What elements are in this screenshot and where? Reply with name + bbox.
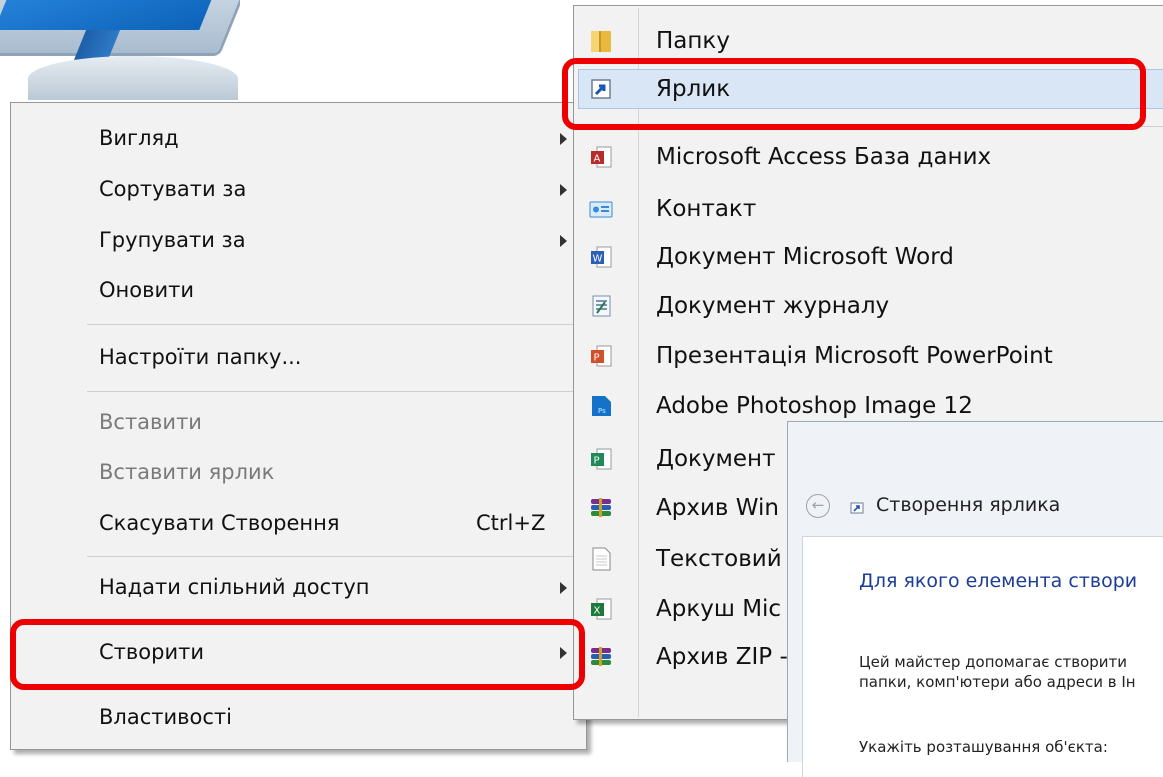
publisher-icon: P — [591, 448, 612, 470]
submenu-item-word-document[interactable]: W Документ Microsoft Word — [574, 234, 1163, 280]
wizard-title: Створення ярлика — [876, 494, 1061, 516]
menu-item-label: Властивості — [99, 705, 232, 729]
submenu-arrow-icon — [560, 184, 567, 196]
wizard-description: Цей майстер допомагає створити папки, ко… — [859, 652, 1136, 692]
wizard-location-prompt: Укажіть розташування об'єкта: — [859, 738, 1108, 756]
wizard-description-line: папки, комп'ютери або адреси в Ін — [859, 673, 1136, 691]
submenu-item-journal-document[interactable]: Документ журналу — [574, 283, 1163, 329]
annotation-box-shortcut — [562, 58, 1146, 130]
menu-item-label: Сортувати за — [99, 177, 247, 201]
menu-item-label: Настроїти папку... — [99, 345, 302, 369]
journal-icon — [592, 295, 611, 317]
computer-monitor-icon — [0, 0, 240, 100]
winrar-icon — [591, 498, 611, 517]
svg-text:P: P — [594, 456, 600, 467]
menu-item-label: Групувати за — [99, 228, 246, 252]
submenu-item-label: Документ журналу — [656, 293, 890, 319]
word-icon: W — [591, 246, 612, 268]
svg-text:A: A — [594, 154, 601, 165]
menu-item-group-by[interactable]: Групувати за — [11, 217, 586, 263]
menu-item-properties[interactable]: Властивості — [11, 694, 586, 740]
submenu-item-label: Архив ZIP - — [656, 644, 788, 670]
menu-separator — [87, 324, 576, 325]
svg-text:W: W — [593, 254, 603, 265]
menu-item-label: Надати спільний доступ — [99, 575, 370, 599]
menu-item-label: Оновити — [99, 278, 195, 302]
submenu-item-label: Презентація Microsoft PowerPoint — [656, 343, 1053, 369]
menu-separator — [87, 556, 576, 557]
submenu-arrow-icon — [560, 235, 567, 247]
submenu-item-contact[interactable]: Контакт — [574, 186, 1163, 232]
annotation-box-create — [10, 619, 585, 690]
menu-item-refresh[interactable]: Оновити — [11, 267, 586, 313]
menu-item-share[interactable]: Надати спільний доступ — [11, 564, 586, 610]
submenu-item-label: Контакт — [656, 196, 757, 222]
photoshop-icon: Ps — [592, 396, 611, 416]
folder-icon — [591, 31, 611, 52]
submenu-arrow-icon — [560, 582, 567, 594]
menu-item-label: Скасувати Створення — [99, 511, 340, 535]
menu-item-view[interactable]: Вигляд — [11, 115, 586, 161]
submenu-item-label: Архив Win — [656, 495, 779, 521]
submenu-arrow-icon — [560, 133, 567, 145]
svg-text:P: P — [594, 353, 600, 364]
menu-item-customize-folder[interactable]: Настроїти папку... — [11, 334, 586, 380]
submenu-item-label: Microsoft Access База даних — [656, 144, 992, 170]
menu-item-paste: Вставити — [11, 399, 586, 445]
contact-icon — [589, 201, 613, 218]
submenu-item-label: Документ — [656, 446, 776, 472]
access-icon: A — [591, 146, 612, 168]
text-file-icon — [592, 547, 611, 571]
back-arrow-icon[interactable]: ← — [806, 494, 830, 518]
submenu-item-powerpoint-presentation[interactable]: P Презентація Microsoft PowerPoint — [574, 333, 1163, 379]
submenu-item-label: Аркуш Mic — [656, 596, 782, 622]
menu-item-undo-create[interactable]: Скасувати Створення Ctrl+Z — [11, 500, 586, 546]
menu-item-sort-by[interactable]: Сортувати за — [11, 166, 586, 212]
svg-text:Ps: Ps — [598, 407, 606, 415]
menu-item-paste-shortcut: Вставити ярлик — [11, 449, 586, 495]
svg-text:X: X — [594, 606, 601, 617]
wizard-heading: Для якого елемента створи — [859, 570, 1138, 592]
excel-icon: X — [591, 598, 612, 620]
menu-item-label: Вставити ярлик — [99, 460, 275, 484]
submenu-item-label: Документ Microsoft Word — [656, 244, 954, 270]
submenu-item-access-db[interactable]: A Microsoft Access База даних — [574, 134, 1163, 180]
zip-archive-icon — [591, 647, 611, 666]
powerpoint-icon: P — [591, 345, 612, 367]
menu-item-label: Вигляд — [99, 126, 179, 150]
menu-item-label: Вставити — [99, 410, 202, 434]
submenu-item-label: Текстовий — [656, 546, 782, 572]
wizard-description-line: Цей майстер допомагає створити — [859, 653, 1128, 671]
menu-separator — [87, 391, 576, 392]
shortcut-label: Ctrl+Z — [476, 511, 546, 535]
shortcut-icon — [850, 502, 864, 514]
